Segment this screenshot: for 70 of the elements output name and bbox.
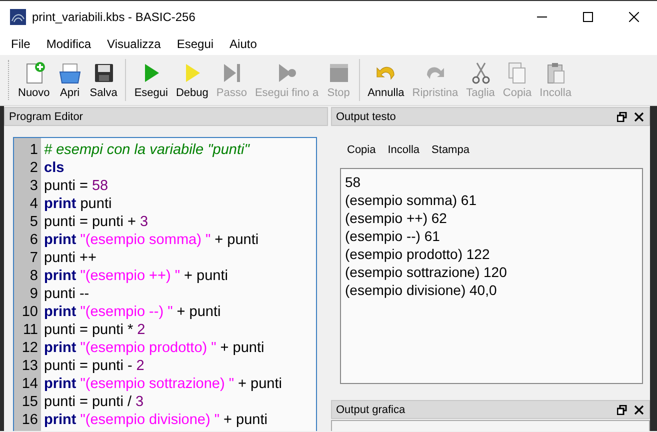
panel-title: Program Editor	[9, 110, 84, 122]
line-number: 15	[20, 394, 39, 410]
code-editor[interactable]	[13, 137, 317, 431]
line-number: 9	[28, 286, 39, 302]
output-line: (esempio prodotto) 122	[345, 245, 491, 263]
toolbar-button[interactable]: Annulla	[364, 59, 408, 101]
menu-item[interactable]: Esegui	[168, 37, 222, 51]
code-line: print "(esempio prodotto) " + punti	[43, 340, 264, 356]
code-line: print "(esempio sottrazione) " + punti	[43, 376, 282, 392]
code-line: print punti	[43, 196, 112, 212]
toolbar-button[interactable]: Nuovo	[14, 59, 54, 101]
line-number: 11	[22, 322, 39, 338]
output-line: (esempio somma) 61	[345, 191, 478, 209]
float-icon	[617, 112, 627, 122]
line-number: 6	[28, 232, 39, 248]
menu-item[interactable]: File	[3, 37, 38, 51]
code-line: cls	[43, 160, 64, 176]
line-number: 16	[20, 412, 39, 428]
code-line: print "(esempio ++) " + punti	[43, 268, 228, 284]
code-line: punti = 58	[43, 178, 108, 194]
code-line: punti = punti / 3	[43, 394, 144, 410]
app-icon	[10, 9, 26, 25]
line-number: 10	[20, 304, 39, 320]
menu-item[interactable]: Modifica	[38, 37, 100, 51]
output-line: (esempio --) 61	[345, 227, 441, 245]
close-icon	[629, 12, 639, 22]
line-number: 4	[28, 196, 39, 212]
close-icon	[634, 404, 644, 414]
menu-item[interactable]: Aiuto	[222, 37, 265, 51]
action-button[interactable]: Copia	[341, 140, 382, 160]
code-line: punti = punti * 2	[43, 322, 146, 338]
float-button[interactable]	[615, 402, 629, 416]
code-line: # esempi con la variabile "punti"	[43, 142, 250, 158]
maximize-icon	[583, 12, 593, 22]
line-number: 3	[28, 178, 39, 194]
toolbar-button[interactable]: Salva	[86, 59, 122, 101]
close-button[interactable]	[632, 402, 646, 416]
code-line: punti --	[43, 286, 90, 302]
toolbar-button[interactable]: Debug	[172, 59, 212, 101]
output-line: 58	[345, 173, 362, 191]
output-line: (esempio ++) 62	[345, 209, 448, 227]
line-number: 7	[28, 250, 39, 266]
code-line: print "(esempio --) " + punti	[43, 304, 221, 320]
code-line: punti = punti + 3	[43, 214, 148, 230]
float-icon	[617, 404, 627, 414]
line-number: 12	[20, 340, 39, 356]
float-button[interactable]	[615, 110, 629, 124]
menu-item[interactable]: Visualizza	[99, 37, 169, 51]
panel-title: Output testo	[336, 110, 397, 122]
close-button[interactable]	[632, 110, 646, 124]
panel-title: Output grafica	[336, 404, 406, 416]
code-line: print "(esempio somma) " + punti	[43, 232, 259, 248]
code-line: punti = punti - 2	[43, 358, 144, 374]
window-title: print_variabili.kbs - BASIC-256	[32, 10, 196, 24]
line-number: 13	[20, 358, 39, 374]
code-line: punti ++	[43, 250, 96, 266]
output-line: (esempio divisione) 40,0	[345, 281, 498, 299]
line-number: 8	[28, 268, 39, 284]
printer-icon	[58, 61, 82, 85]
output-line: (esempio sottrazione) 120	[345, 263, 508, 281]
line-number: 5	[28, 214, 39, 230]
code-line: print "(esempio divisione) " + punti	[43, 412, 268, 428]
action-button[interactable]: Stampa	[426, 140, 476, 160]
toolbar-button[interactable]: Esegui	[130, 59, 172, 101]
toolbar-button[interactable]: Apri	[54, 59, 86, 101]
line-number: 1	[28, 142, 39, 158]
close-icon	[634, 112, 644, 122]
action-button[interactable]: Incolla	[382, 140, 426, 160]
line-number: 14	[20, 376, 39, 392]
line-number: 2	[28, 160, 39, 176]
